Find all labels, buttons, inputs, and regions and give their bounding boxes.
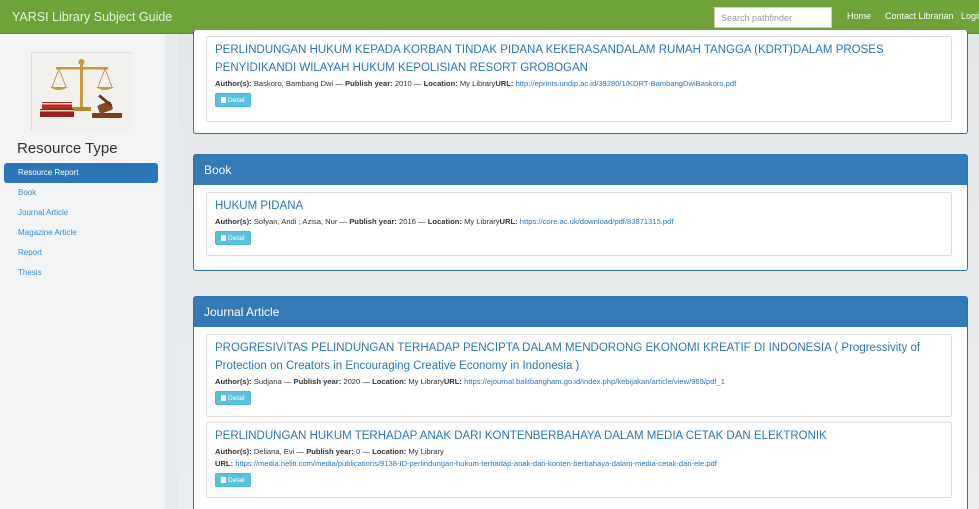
detail-button[interactable]: Detail bbox=[215, 473, 251, 487]
item-title-link[interactable]: HUKUM PIDANA bbox=[215, 197, 943, 215]
panel-heading-journal-article: Journal Article bbox=[194, 297, 967, 327]
document-icon bbox=[221, 235, 226, 241]
detail-button[interactable]: Detail bbox=[215, 231, 251, 245]
document-icon bbox=[221, 477, 226, 483]
sidebar-item-book[interactable]: Book bbox=[0, 183, 160, 203]
document-icon bbox=[221, 395, 226, 401]
document-icon bbox=[221, 97, 226, 103]
item-url-link[interactable]: https://media.neliti.com/media/publicati… bbox=[235, 459, 717, 468]
resource-type-heading: Resource Type bbox=[17, 140, 118, 157]
item-meta: Author(s): Deliana, Evi — Publish year: … bbox=[215, 447, 444, 456]
nav-home-link[interactable]: Home bbox=[847, 11, 871, 21]
list-item: PERLINDUNGAN HUKUM KEPADA KORBAN TINDAK … bbox=[206, 36, 952, 122]
item-title-link[interactable]: PERLINDUNGAN HUKUM TERHADAP ANAK DARI KO… bbox=[215, 427, 943, 445]
item-title-link[interactable]: PERLINDUNGAN HUKUM KEPADA KORBAN TINDAK … bbox=[215, 41, 943, 77]
sidebar-item-magazine-article[interactable]: Magazine Article bbox=[0, 223, 160, 243]
panel-journal-article: Journal Article PROGRESIVITAS PELINDUNGA… bbox=[193, 296, 968, 509]
panel-heading-book: Book bbox=[194, 155, 967, 185]
list-item: HUKUM PIDANA Author(s): Sofyan, Andi ; A… bbox=[206, 192, 952, 256]
nav-contact-librarian-link[interactable]: Contact Librarian bbox=[885, 11, 954, 21]
panel-previous: PERLINDUNGAN HUKUM KEPADA KORBAN TINDAK … bbox=[193, 30, 968, 134]
top-navbar: YARSI Library Subject Guide Home Contact… bbox=[0, 0, 979, 34]
sidebar-item-resource-report[interactable]: Resource Report bbox=[4, 163, 158, 183]
item-url-link[interactable]: https://ejournal.balitbangham.go.id/inde… bbox=[464, 377, 725, 386]
law-scale-logo bbox=[31, 52, 132, 131]
item-meta: Author(s): Baskoro, Bambang Dwi — Publis… bbox=[215, 79, 737, 88]
search-input[interactable] bbox=[714, 7, 832, 28]
list-item: PERLINDUNGAN HUKUM TERHADAP ANAK DARI KO… bbox=[206, 422, 952, 498]
list-item: PROGRESIVITAS PELINDUNGAN TERHADAP PENCI… bbox=[206, 334, 952, 417]
detail-button[interactable]: Detail bbox=[215, 93, 251, 107]
brand-title[interactable]: YARSI Library Subject Guide bbox=[12, 10, 172, 24]
detail-button[interactable]: Detail bbox=[215, 391, 251, 405]
item-url-link[interactable]: http://eprints.undip.ac.id/39280/1/KDRT-… bbox=[516, 79, 737, 88]
item-meta: Author(s): Sudjana — Publish year: 2020 … bbox=[215, 377, 725, 386]
item-meta: Author(s): Sofyan, Andi ; Azisa, Nur — P… bbox=[215, 217, 674, 226]
item-url-row: URL: https://media.neliti.com/media/publ… bbox=[215, 459, 717, 468]
panel-book: Book HUKUM PIDANA Author(s): Sofyan, And… bbox=[193, 154, 968, 271]
sidebar-item-thesis[interactable]: Thesis bbox=[0, 263, 160, 283]
item-title-link[interactable]: PROGRESIVITAS PELINDUNGAN TERHADAP PENCI… bbox=[215, 339, 943, 375]
item-url-link[interactable]: https://core.ac.uk/download/pdf/83871315… bbox=[520, 217, 674, 226]
nav-login-link[interactable]: Login bbox=[961, 11, 979, 21]
sidebar: Resource Type Resource Report Book Journ… bbox=[0, 34, 165, 509]
sidebar-item-report[interactable]: Report bbox=[0, 243, 160, 263]
resource-type-list: Resource Report Book Journal Article Mag… bbox=[0, 163, 160, 283]
sidebar-item-journal-article[interactable]: Journal Article bbox=[0, 203, 160, 223]
